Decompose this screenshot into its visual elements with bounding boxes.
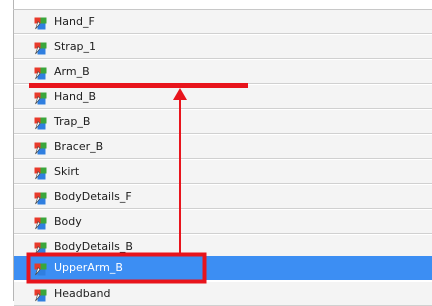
- layer-label: Hand_F: [54, 15, 95, 28]
- drawing-layer-icon: [34, 215, 47, 230]
- layer-label: UpperArm_B: [54, 261, 123, 274]
- drawing-layer-icon: [34, 165, 47, 180]
- layer-row-upperarm-b[interactable]: UpperArm_B: [14, 256, 432, 280]
- drawing-layer-icon: [34, 40, 47, 55]
- drawing-layer-icon: [34, 190, 47, 205]
- layer-label: Strap_1: [54, 40, 97, 53]
- layer-label: Hand_B: [54, 90, 97, 103]
- drawing-layer-icon: [34, 261, 47, 276]
- drawing-layer-icon: [34, 240, 47, 255]
- layer-label: Headband: [54, 287, 111, 300]
- drawing-layer-icon: [34, 115, 47, 130]
- layer-label: Skirt: [54, 165, 80, 178]
- drawing-layer-icon: [34, 140, 47, 155]
- layer-label: Body: [54, 215, 82, 228]
- drawing-layer-icon: [34, 90, 47, 105]
- layer-row-bodydetails-f[interactable]: BodyDetails_F: [14, 185, 432, 209]
- layer-label: Bracer_B: [54, 140, 104, 153]
- layer-row-bracer-b[interactable]: Bracer_B: [14, 135, 432, 159]
- layer-row-strap-1[interactable]: Strap_1: [14, 35, 432, 59]
- layer-row-headband[interactable]: Headband: [14, 282, 432, 306]
- layer-row-skirt[interactable]: Skirt: [14, 160, 432, 184]
- layer-row-arm-b[interactable]: Arm_B: [14, 60, 432, 84]
- layer-label: BodyDetails_B: [54, 240, 133, 253]
- layer-list: Hand_F Strap_1 Arm_B Hand_B Trap_B Brace…: [0, 0, 432, 306]
- layer-label: Trap_B: [54, 115, 91, 128]
- drawing-layer-icon: [34, 287, 47, 302]
- layer-row-hand-b[interactable]: Hand_B: [14, 85, 432, 109]
- drawing-layer-icon: [34, 65, 47, 80]
- layer-row-hand-f[interactable]: Hand_F: [14, 10, 432, 34]
- layer-row-body[interactable]: Body: [14, 210, 432, 234]
- layer-label: BodyDetails_F: [54, 190, 132, 203]
- layer-label: Arm_B: [54, 65, 90, 78]
- layer-row-trap-b[interactable]: Trap_B: [14, 110, 432, 134]
- drawing-layer-icon: [34, 15, 47, 30]
